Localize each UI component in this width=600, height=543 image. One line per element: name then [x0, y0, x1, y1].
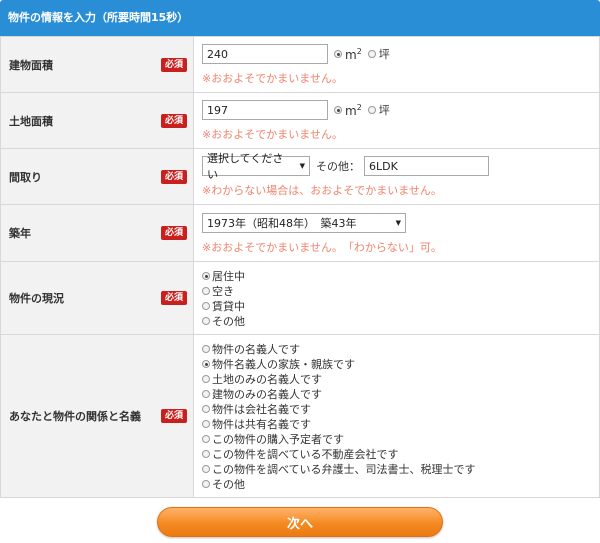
radio-icon [202, 449, 210, 458]
unit-m2-radio[interactable]: m2 [334, 47, 362, 62]
required-badge: 必須 [160, 113, 187, 128]
relation-option-label: この物件を調べている弁護士、司法書士、税理士です [212, 462, 476, 476]
radio-icon [202, 479, 210, 488]
relation-radio-option[interactable]: その他 [202, 476, 593, 491]
radio-icon [202, 301, 210, 310]
radio-icon [202, 434, 210, 443]
form-table: 建物面積 必須 m2 坪 ※おおよそでかまいません。 [0, 36, 600, 498]
land-area-input[interactable] [202, 100, 328, 120]
status-option-label: 賃貸中 [212, 299, 245, 313]
row-relation: あなたと物件の関係と名義 必須 物件の名義人です 物件名義人の家族・親族です 土地の… [0, 334, 600, 498]
required-badge: 必須 [160, 226, 187, 240]
field-cell: 物件の名義人です 物件名義人の家族・親族です 土地のみの名義人です 建物のみの名義人で… [193, 334, 600, 498]
label-cell: 間取り 必須 [0, 148, 194, 205]
radio-icon [367, 106, 376, 114]
status-option-label: その他 [212, 314, 245, 328]
radio-icon [202, 404, 210, 413]
radio-checked-icon [334, 50, 342, 58]
label-cell: 築年 必須 [0, 204, 194, 262]
relation-options: 物件の名義人です 物件名義人の家族・親族です 土地のみの名義人です 建物のみの名義人で… [202, 341, 593, 491]
relation-option-label: この物件の購入予定者です [212, 432, 344, 446]
layout-note: ※わからない場合は、おおよそでかまいません。 [202, 184, 442, 197]
unit-tsubo-radio[interactable]: 坪 [367, 46, 390, 62]
relation-radio-option[interactable]: この物件を調べている弁護士、司法書士、税理士です [202, 461, 593, 476]
radio-icon [367, 50, 376, 58]
radio-checked-icon [334, 106, 342, 114]
row-land-area: 土地面積 必須 m2 坪 ※おおよそでかまいません。 [0, 92, 600, 149]
radio-icon [202, 374, 210, 383]
relation-radio-option[interactable]: この物件の購入予定者です [202, 431, 593, 446]
field-cell: m2 坪 ※おおよそでかまいません。 [193, 36, 600, 93]
field-cell: m2 坪 ※おおよそでかまいません。 [193, 92, 600, 149]
radio-checked-icon [202, 359, 210, 368]
relation-option-label: この物件を調べている不動産会社です [212, 447, 399, 461]
row-building-area: 建物面積 必須 m2 坪 ※おおよそでかまいません。 [0, 36, 600, 93]
radio-icon [202, 316, 210, 325]
relation-radio-option[interactable]: 物件の名義人です [202, 341, 593, 356]
relation-radio-option[interactable]: 物件名義人の家族・親族です [202, 356, 593, 371]
chevron-down-icon: ▼ [395, 218, 401, 227]
required-badge: 必須 [160, 409, 187, 423]
required-badge: 必須 [160, 169, 187, 184]
radio-icon [202, 419, 210, 428]
status-radio-option[interactable]: 居住中 [202, 268, 593, 283]
layout-other-label: その他： [316, 160, 360, 173]
status-radio-option[interactable]: その他 [202, 313, 593, 328]
radio-icon [202, 344, 210, 353]
field-cell: 1973年（昭和48年） 築43年 ▼ ※おおよそでかまいません。 「わからない」… [193, 204, 600, 262]
next-button-wrap: 次へ [157, 507, 443, 537]
relation-radio-option[interactable]: 土地のみの名義人です [202, 371, 593, 386]
status-radio-option[interactable]: 空き [202, 283, 593, 298]
relation-option-label: 物件は共有名義です [212, 417, 311, 431]
status-option-label: 空き [212, 284, 234, 298]
building-age-note: ※おおよそでかまいません。 「わからない」可。 [202, 240, 442, 254]
label-cell: 建物面積 必須 [0, 36, 194, 93]
form-header: 物件の情報を入力（所要時間15秒） [0, 0, 600, 36]
relation-option-label: その他 [212, 477, 245, 491]
row-building-age: 築年 必須 1973年（昭和48年） 築43年 ▼ ※おおよそでかまいません。 「… [0, 204, 600, 262]
chevron-down-icon: ▼ [299, 162, 305, 170]
relation-label: あなたと物件の関係と名義 [9, 410, 141, 423]
required-badge: 必須 [160, 291, 187, 305]
relation-radio-option[interactable]: この物件を調べている不動産会社です [202, 446, 593, 461]
label-cell: 物件の現況 必須 [0, 261, 194, 335]
land-area-note: ※おおよそでかまいません。 [202, 128, 343, 141]
next-button[interactable]: 次へ [157, 507, 443, 537]
required-badge: 必須 [160, 57, 187, 72]
radio-icon [202, 389, 210, 398]
building-area-input[interactable] [202, 44, 328, 64]
field-cell: 選択してください▼ その他： ※わからない場合は、おおよそでかまいません。 [193, 148, 600, 205]
relation-option-label: 物件は会社名義です [212, 402, 311, 416]
relation-radio-option[interactable]: 物件は共有名義です [202, 416, 593, 431]
label-cell: あなたと物件の関係と名義 必須 [0, 334, 194, 498]
relation-option-label: 建物のみの名義人です [212, 387, 322, 401]
status-option-label: 居住中 [212, 269, 245, 283]
relation-radio-option[interactable]: 建物のみの名義人です [202, 386, 593, 401]
building-age-label: 築年 [9, 227, 31, 240]
row-layout: 間取り 必須 選択してください▼ その他： ※わからない場合は、おおよそでかまい… [0, 148, 600, 205]
layout-select[interactable]: 選択してください ▼ [202, 152, 310, 181]
relation-option-label: 物件の名義人です [212, 342, 300, 356]
building-area-note: ※おおよそでかまいません。 [202, 72, 343, 85]
relation-option-label: 物件名義人の家族・親族です [212, 357, 355, 371]
radio-checked-icon [202, 271, 210, 280]
property-info-form: 物件の情報を入力（所要時間15秒） 建物面積 必須 m2 坪 [0, 0, 600, 498]
radio-icon [202, 464, 210, 473]
field-cell: 居住中 空き 賃貸中 その他 [193, 261, 600, 335]
unit-tsubo-radio[interactable]: 坪 [367, 102, 390, 118]
status-radio-option[interactable]: 賃貸中 [202, 298, 593, 313]
label-cell: 土地面積 必須 [0, 92, 194, 149]
land-area-label: 土地面積 [9, 114, 53, 128]
building-area-label: 建物面積 [9, 58, 53, 72]
layout-label: 間取り [9, 170, 42, 184]
property-status-options: 居住中 空き 賃貸中 その他 [202, 268, 593, 328]
radio-icon [202, 286, 210, 295]
property-status-label: 物件の現況 [9, 292, 64, 305]
building-age-select[interactable]: 1973年（昭和48年） 築43年 ▼ [202, 212, 406, 233]
unit-m2-radio[interactable]: m2 [334, 103, 362, 118]
layout-other-input[interactable] [364, 156, 489, 176]
relation-option-label: 土地のみの名義人です [212, 372, 322, 386]
relation-radio-option[interactable]: 物件は会社名義です [202, 401, 593, 416]
row-property-status: 物件の現況 必須 居住中 空き 賃貸中 その他 [0, 261, 600, 335]
